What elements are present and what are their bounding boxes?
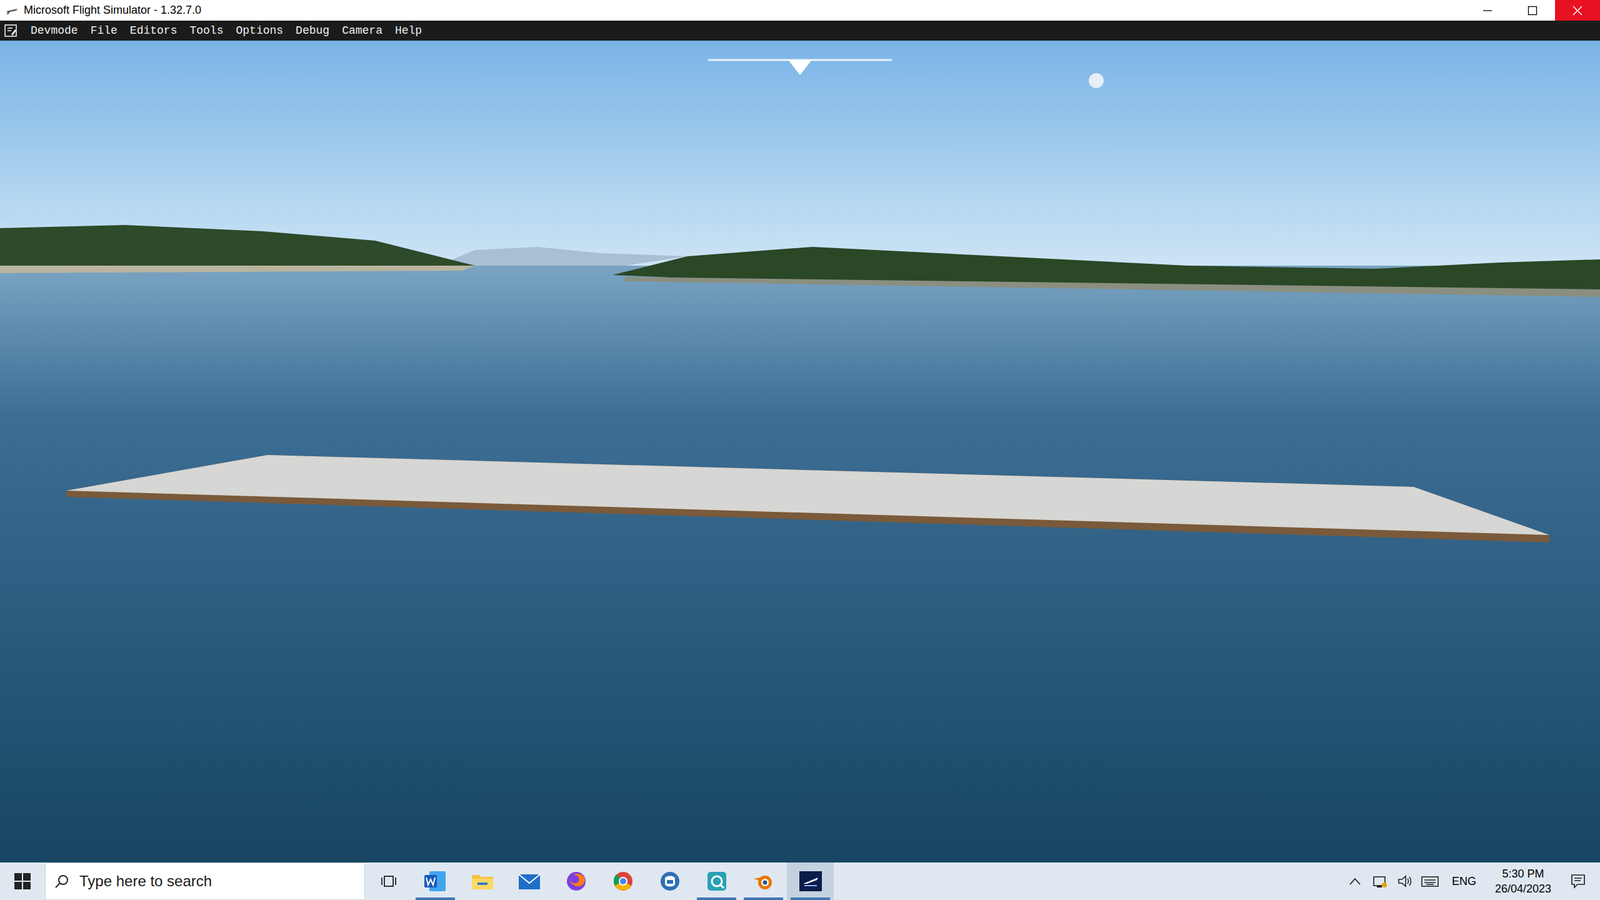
taskbar: ENG5:30 PM26/04/2023 bbox=[0, 862, 1600, 900]
menu-item[interactable]: Camera bbox=[336, 23, 389, 39]
app-plane-icon bbox=[5, 3, 19, 18]
menu-item[interactable]: Help bbox=[389, 23, 428, 39]
menu-bar: DevmodeFileEditorsToolsOptionsDebugCamer… bbox=[0, 20, 1600, 41]
speaker-icon bbox=[1396, 873, 1414, 889]
volume-control[interactable] bbox=[1394, 862, 1416, 900]
network-icon bbox=[1371, 873, 1389, 889]
notification-icon bbox=[1570, 873, 1587, 890]
search-icon bbox=[54, 873, 70, 889]
task-view-icon bbox=[380, 873, 397, 889]
taskbar-app[interactable] bbox=[458, 862, 506, 900]
taskbar-app[interactable] bbox=[786, 862, 834, 900]
menu-item[interactable]: Editors bbox=[124, 23, 184, 39]
menu-item[interactable]: Tools bbox=[183, 23, 229, 39]
running-indicator bbox=[790, 897, 830, 900]
windows-logo-icon bbox=[14, 873, 31, 890]
msfs-icon bbox=[798, 868, 824, 894]
title-bar: Microsoft Flight Simulator - 1.32.7.0 bbox=[0, 0, 1600, 21]
taskbar-app[interactable] bbox=[552, 862, 600, 900]
chrome-icon bbox=[610, 868, 636, 894]
clock[interactable]: 5:30 PM26/04/2023 bbox=[1487, 866, 1559, 897]
action-center-button[interactable] bbox=[1562, 862, 1594, 900]
window-controls bbox=[1465, 0, 1600, 21]
game-viewport[interactable] bbox=[0, 40, 1600, 863]
menu-item[interactable]: Devmode bbox=[25, 23, 84, 39]
taskbar-app[interactable] bbox=[740, 862, 787, 900]
devmode-edit-icon[interactable] bbox=[3, 23, 18, 38]
explorer-icon bbox=[470, 868, 495, 894]
keyboard-icon bbox=[1420, 874, 1440, 889]
system-tray: ENG5:30 PM26/04/2023 bbox=[1344, 862, 1600, 900]
task-view-button[interactable] bbox=[365, 862, 412, 900]
mail-icon bbox=[516, 868, 542, 894]
taskbar-app[interactable] bbox=[646, 862, 694, 900]
window-title: Microsoft Flight Simulator - 1.32.7.0 bbox=[23, 3, 1465, 17]
capture-icon bbox=[704, 868, 730, 894]
start-button[interactable] bbox=[0, 862, 45, 900]
taskbar-app[interactable] bbox=[599, 862, 647, 900]
word-icon bbox=[423, 868, 449, 894]
running-indicator bbox=[743, 897, 784, 900]
taskbar-app[interactable] bbox=[505, 862, 553, 900]
firefox-icon bbox=[563, 868, 589, 894]
search-box[interactable] bbox=[45, 862, 365, 900]
close-button[interactable] bbox=[1555, 0, 1600, 21]
clock-date: 26/04/2023 bbox=[1495, 881, 1552, 897]
blender-icon bbox=[751, 868, 777, 894]
input-language[interactable]: ENG bbox=[1444, 875, 1484, 889]
running-indicator bbox=[696, 897, 737, 900]
running-indicator bbox=[415, 897, 455, 900]
chevron-up-icon bbox=[1348, 876, 1362, 886]
menu-item[interactable]: File bbox=[85, 23, 124, 39]
touch-keyboard[interactable] bbox=[1419, 862, 1441, 900]
menu-item[interactable]: Debug bbox=[290, 23, 335, 39]
taskbar-app[interactable] bbox=[693, 862, 740, 900]
maximize-button[interactable] bbox=[1510, 0, 1555, 21]
clock-time: 5:30 PM bbox=[1501, 866, 1544, 882]
teams-icon bbox=[657, 868, 683, 894]
taskbar-apps bbox=[411, 862, 1345, 900]
menu-item[interactable]: Options bbox=[230, 23, 289, 39]
show-hidden-icons[interactable] bbox=[1344, 862, 1366, 900]
search-input[interactable] bbox=[78, 871, 356, 891]
minimize-button[interactable] bbox=[1465, 0, 1510, 21]
network-status[interactable] bbox=[1369, 862, 1391, 900]
taskbar-app[interactable] bbox=[411, 862, 459, 900]
